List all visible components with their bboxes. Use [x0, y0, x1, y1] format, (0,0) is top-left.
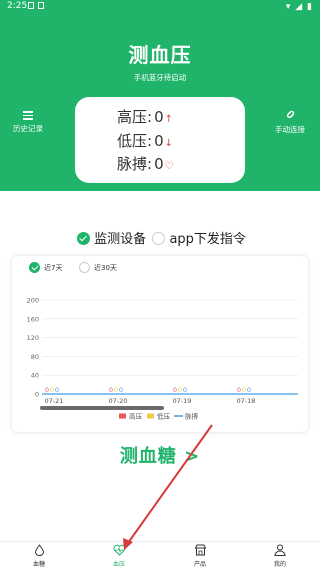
data-label: 0 — [119, 386, 123, 394]
chart-scrollbar[interactable] — [40, 406, 164, 410]
page-title: 测血压 — [128, 43, 192, 67]
status-time: 2:25 — [7, 1, 28, 11]
legend-label: 低压 — [157, 412, 171, 421]
diastolic-label: 低压: — [117, 132, 153, 150]
legend-label: 高压 — [129, 412, 143, 421]
systolic-row: 高压: 0↑ — [117, 106, 173, 127]
header: 测血压 手机蓝牙待启动 历史记录 高压: 0↑ 低压: 0↓ 脉搏: 0♡ 𝟎 手动连… — [0, 14, 320, 191]
paperclip-icon: 𝟎 — [283, 107, 298, 122]
y-tick-label: 120 — [27, 334, 39, 342]
manual-connect-button[interactable]: 𝟎 手动连接 — [268, 107, 312, 135]
mode-device-label: 监测设备 — [94, 232, 147, 247]
history-button[interactable]: 历史记录 — [8, 109, 48, 134]
notification-icon — [28, 2, 34, 9]
pulse-value: 0 — [154, 155, 164, 173]
glucose-drop-icon — [19, 544, 59, 557]
data-label: 0 — [50, 386, 54, 394]
y-tick-label: 0 — [35, 391, 39, 399]
diastolic-value: 0 — [154, 132, 164, 150]
x-tick-label: 07-20 — [109, 397, 128, 405]
chart-card: 近7天 近30天 0 40 80 120 160 200 000000000000 07-… — [12, 256, 308, 432]
bottom-nav: 血糖 血压 产品 我的 — [0, 541, 320, 568]
heart-icon: ♡ — [164, 161, 174, 172]
y-tick-label: 40 — [31, 372, 39, 380]
readings-card: 高压: 0↑ 低压: 0↓ 脉搏: 0♡ — [75, 97, 245, 183]
y-tick-label: 80 — [31, 353, 39, 361]
nav-item-blood-pressure[interactable]: 血压 — [99, 544, 139, 568]
menu-icon — [23, 111, 33, 120]
status-bar: 2:25 ▾ ◢ ▮ — [0, 0, 320, 14]
pulse-label: 脉搏: — [117, 155, 153, 173]
nav-label-blood-pressure: 血压 — [112, 561, 125, 568]
legend-swatch — [119, 413, 126, 419]
data-label: 0 — [247, 386, 251, 394]
x-tick-label: 07-21 — [45, 397, 64, 405]
data-label: 0 — [55, 386, 59, 394]
wifi-icon: ▾ — [285, 2, 291, 12]
data-label: 0 — [242, 386, 246, 394]
system-icons: ▾ ◢ ▮ — [284, 2, 312, 12]
mode-app-option[interactable]: app下发指令 — [152, 228, 246, 247]
nav-item-glucose[interactable]: 血糖 — [19, 544, 59, 568]
notification-icons — [28, 2, 48, 12]
data-label: 0 — [109, 386, 113, 394]
nav-item-profile[interactable]: 我的 — [260, 544, 300, 568]
nav-label-profile: 我的 — [273, 561, 286, 568]
heart-pulse-icon — [99, 544, 139, 557]
data-label: 0 — [237, 386, 241, 394]
systolic-label: 高压: — [117, 108, 153, 126]
connect-label: 手动连接 — [275, 125, 305, 134]
y-tick-label: 200 — [27, 297, 39, 305]
signal-icon: ◢ — [295, 2, 303, 12]
mode-device-option[interactable]: 监测设备 — [77, 228, 146, 247]
shop-icon — [180, 544, 220, 557]
data-label: 0 — [114, 386, 118, 394]
user-icon — [260, 544, 300, 557]
battery-icon: ▮ — [307, 2, 312, 12]
data-label: 0 — [183, 386, 187, 394]
x-tick-label: 07-18 — [237, 397, 256, 405]
y-tick-label: 160 — [27, 315, 39, 323]
legend-label: 脉搏 — [185, 412, 199, 421]
bluetooth-status: 手机蓝牙待启动 — [133, 73, 187, 82]
mode-app-label: app下发指令 — [169, 232, 246, 247]
checked-radio-icon — [77, 232, 90, 245]
diastolic-row: 低压: 0↓ — [117, 130, 173, 151]
notification-icon — [38, 2, 44, 9]
pulse-row: 脉搏: 0♡ — [117, 153, 174, 174]
history-label: 历史记录 — [13, 123, 43, 133]
arrow-down-icon: ↓ — [164, 138, 173, 149]
glucose-link[interactable]: 测血糖 > — [0, 442, 320, 468]
nav-label-glucose: 血糖 — [32, 561, 45, 568]
data-label: 0 — [178, 386, 182, 394]
nav-label-products: 产品 — [193, 561, 206, 568]
arrow-up-icon: ↑ — [164, 114, 173, 125]
systolic-value: 0 — [154, 108, 164, 126]
data-label: 0 — [173, 386, 177, 394]
x-tick-label: 07-19 — [173, 397, 192, 405]
legend-swatch — [147, 413, 154, 419]
nav-item-products[interactable]: 产品 — [180, 544, 220, 568]
data-label: 0 — [45, 386, 49, 394]
bp-chart: 04080120160200 000000000000 07-21 07-20 07… — [27, 297, 298, 421]
mode-selector: 监测设备 app下发指令 — [77, 228, 246, 247]
unchecked-radio-icon — [152, 232, 166, 245]
